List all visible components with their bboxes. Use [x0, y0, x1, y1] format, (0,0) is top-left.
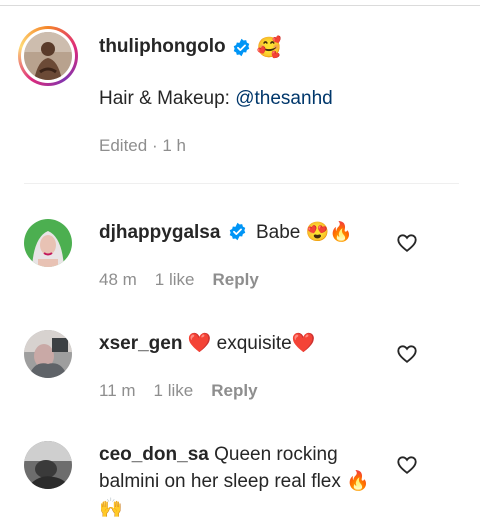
smiling-hearts-emoji: 🥰 — [256, 35, 282, 59]
caption-text: Hair & Makeup: @thesanhd — [99, 88, 333, 110]
comment-body: djhappygalsa Babe 😍🔥 — [99, 219, 399, 246]
comment-avatar[interactable] — [24, 330, 72, 378]
caption-username[interactable]: thuliphongolo — [99, 36, 226, 58]
comment-time: 48 m — [99, 270, 137, 289]
comment-body: ceo_don_sa Queen rocking balmini on her … — [99, 441, 374, 522]
caption-mention-link[interactable]: @thesanhd — [235, 88, 332, 109]
comment-item: djhappygalsa Babe 😍🔥 48 m 1 like Reply — [24, 219, 474, 299]
top-divider — [0, 0, 480, 6]
heart-outline-icon[interactable] — [396, 232, 418, 254]
heart-outline-icon[interactable] — [396, 343, 418, 365]
caption-meta: Edited · 1 h — [99, 136, 186, 156]
caption-avatar[interactable] — [18, 26, 78, 86]
caption-username-row: thuliphongolo 🥰 — [99, 36, 282, 58]
caption-divider — [24, 183, 459, 184]
comment-text: ❤️ exquisite❤️ — [187, 333, 316, 354]
comment-time: 11 m — [99, 381, 136, 400]
comment-item: xser_gen ❤️ exquisite❤️ 11 m 1 like Repl… — [24, 330, 474, 410]
comment-text: Babe 😍🔥 — [255, 222, 353, 243]
caption-text-prefix: Hair & Makeup: — [99, 88, 236, 109]
comment-likes[interactable]: 1 like — [154, 381, 194, 401]
comment-avatar[interactable] — [24, 441, 72, 489]
comment-meta: 48 m 1 like Reply — [99, 270, 259, 290]
comment-item: ceo_don_sa Queen rocking balmini on her … — [24, 441, 474, 530]
meta-separator: · — [151, 136, 158, 155]
caption-time: 1 h — [162, 136, 186, 155]
verified-badge-icon — [232, 38, 251, 57]
verified-badge-icon — [228, 222, 247, 241]
comment-username[interactable]: djhappygalsa — [99, 222, 220, 243]
reply-button[interactable]: Reply — [211, 381, 257, 401]
heart-outline-icon[interactable] — [396, 454, 418, 476]
edited-label: Edited — [99, 136, 148, 155]
comment-avatar[interactable] — [24, 219, 72, 267]
post-caption: thuliphongolo 🥰 Hair & Makeup: @thesanhd… — [18, 22, 468, 172]
comment-body: xser_gen ❤️ exquisite❤️ — [99, 330, 399, 357]
reply-button[interactable]: Reply — [212, 270, 258, 290]
avatar-photo — [24, 32, 72, 80]
comment-likes[interactable]: 1 like — [155, 270, 195, 290]
comment-username[interactable]: xser_gen — [99, 333, 182, 354]
comment-username[interactable]: ceo_don_sa — [99, 444, 209, 465]
comment-meta: 11 m 1 like Reply — [99, 381, 258, 401]
